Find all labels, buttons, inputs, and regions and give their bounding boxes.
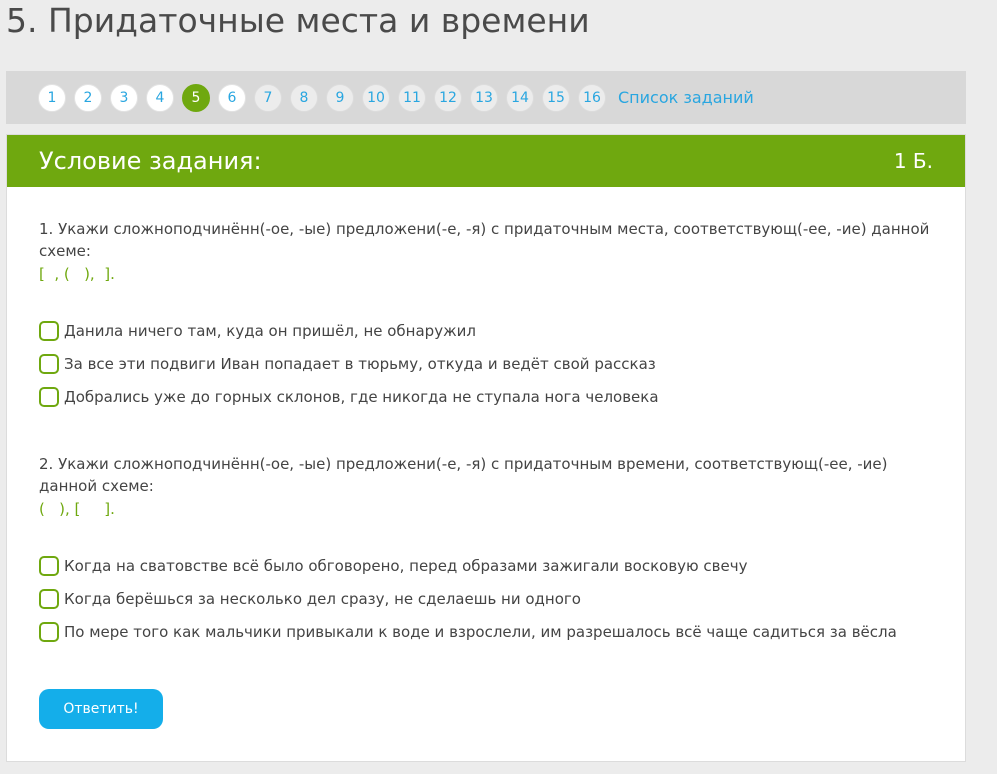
- question-1-scheme: [ , ( ), ].: [39, 265, 115, 283]
- task-number-3[interactable]: 3: [110, 83, 138, 112]
- task-number-2[interactable]: 2: [74, 83, 102, 112]
- option-label: Данила ничего там, куда он пришёл, не об…: [64, 322, 476, 340]
- task-number-8[interactable]: 8: [290, 83, 318, 112]
- checkbox[interactable]: [39, 589, 59, 609]
- task-number-9[interactable]: 9: [326, 83, 354, 112]
- task-number-4[interactable]: 4: [146, 83, 174, 112]
- page-title: 5. Придаточные места и времени: [6, 1, 590, 40]
- card-points: 1 Б.: [893, 149, 933, 173]
- question-2-option-1[interactable]: Когда на сватовстве всё было обговорено,…: [39, 556, 748, 576]
- task-number-10[interactable]: 10: [362, 83, 390, 112]
- question-2-text: 2. Укажи сложноподчинённ(-ое, -ые) предл…: [39, 455, 888, 495]
- task-number-16[interactable]: 16: [578, 83, 606, 112]
- card-title: Условие задания:: [39, 147, 262, 175]
- task-number-12[interactable]: 12: [434, 83, 462, 112]
- option-label: За все эти подвиги Иван попадает в тюрьм…: [64, 355, 656, 373]
- checkbox[interactable]: [39, 556, 59, 576]
- question-1-option-3[interactable]: Добрались уже до горных склонов, где ник…: [39, 387, 659, 407]
- task-navigation: 1 2 3 4 5 6 7 8 9 10 11 12 13 14 15 16 С…: [6, 71, 966, 124]
- task-number-15[interactable]: 15: [542, 83, 570, 112]
- question-2-option-2[interactable]: Когда берёшься за несколько дел сразу, н…: [39, 589, 581, 609]
- option-label: Когда на сватовстве всё было обговорено,…: [64, 557, 748, 575]
- task-number-6[interactable]: 6: [218, 83, 246, 112]
- task-number-13[interactable]: 13: [470, 83, 498, 112]
- question-1-text: 1. Укажи сложноподчинённ(-ое, -ые) предл…: [39, 220, 930, 260]
- checkbox[interactable]: [39, 622, 59, 642]
- task-number-5-active[interactable]: 5: [182, 83, 210, 112]
- question-2-scheme: ( ), [ ].: [39, 500, 115, 518]
- task-number-7[interactable]: 7: [254, 83, 282, 112]
- checkbox[interactable]: [39, 387, 59, 407]
- question-2-option-3[interactable]: По мере того как мальчики привыкали к во…: [39, 622, 897, 642]
- task-number-11[interactable]: 11: [398, 83, 426, 112]
- task-list-link[interactable]: Список заданий: [618, 88, 754, 107]
- task-card: Условие задания: 1 Б. 1. Укажи сложнопод…: [6, 134, 966, 762]
- checkbox[interactable]: [39, 321, 59, 341]
- task-number-1[interactable]: 1: [38, 83, 66, 112]
- option-label: По мере того как мальчики привыкали к во…: [64, 623, 897, 641]
- task-number-14[interactable]: 14: [506, 83, 534, 112]
- question-1-option-2[interactable]: За все эти подвиги Иван попадает в тюрьм…: [39, 354, 656, 374]
- card-header: Условие задания: 1 Б.: [7, 135, 965, 187]
- option-label: Когда берёшься за несколько дел сразу, н…: [64, 590, 581, 608]
- checkbox[interactable]: [39, 354, 59, 374]
- question-1-option-1[interactable]: Данила ничего там, куда он пришёл, не об…: [39, 321, 476, 341]
- submit-answer-button[interactable]: Ответить!: [39, 689, 163, 729]
- option-label: Добрались уже до горных склонов, где ник…: [64, 388, 659, 406]
